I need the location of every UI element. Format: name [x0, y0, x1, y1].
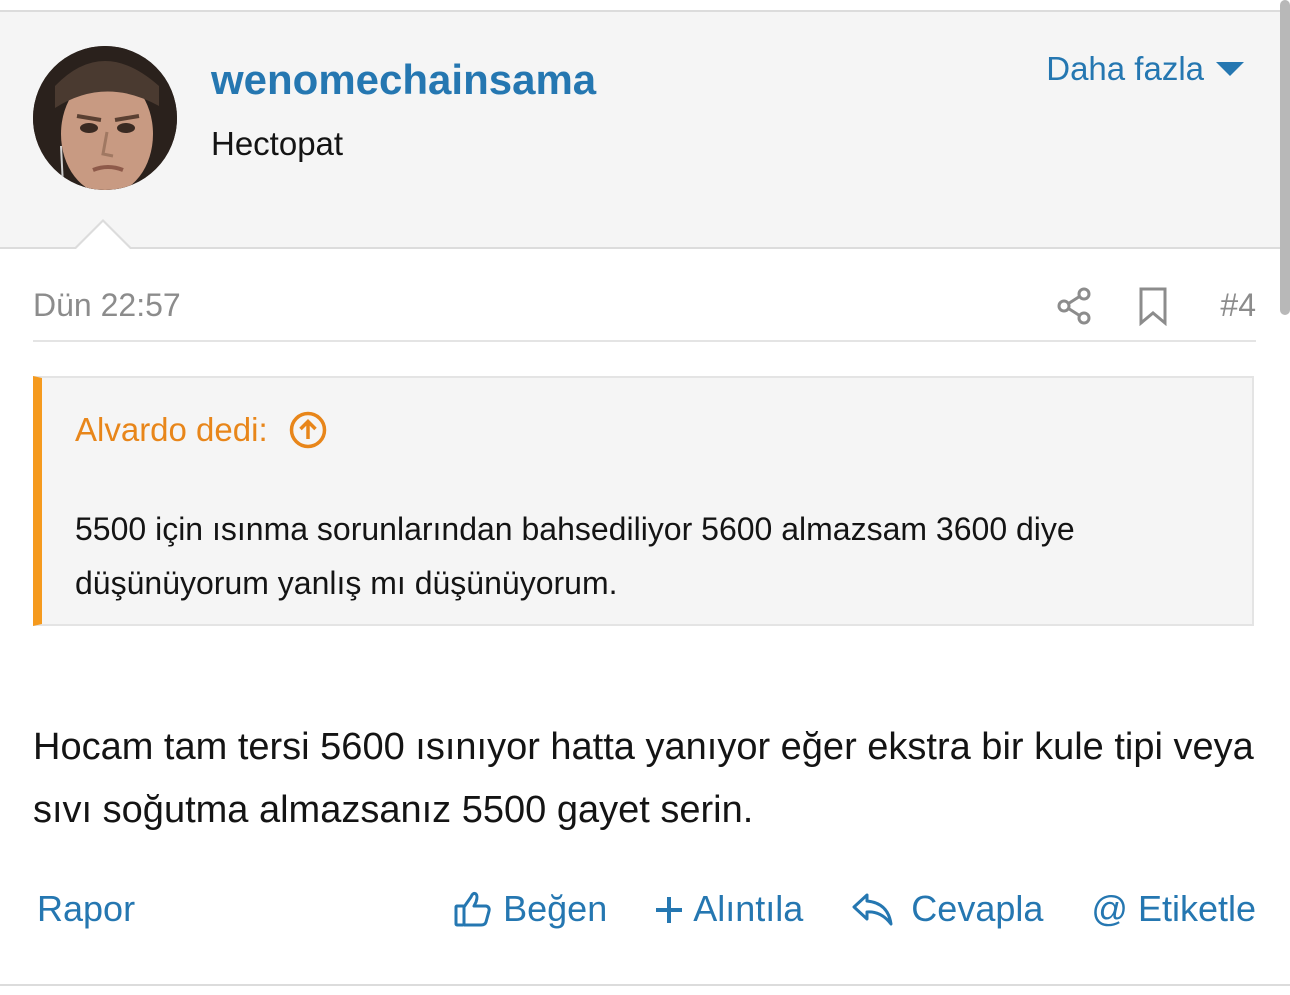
quote-label: Alıntıla — [693, 888, 804, 929]
post-date[interactable]: Dün 22:57 — [33, 287, 181, 324]
more-menu-label: Daha fazla — [1046, 50, 1204, 87]
mention-button[interactable]: @ Etiketle — [1091, 888, 1256, 930]
mention-label: Etiketle — [1137, 888, 1256, 929]
post-number[interactable]: #4 — [1220, 287, 1256, 324]
post-meta-bar: Dün 22:57 #4 — [33, 262, 1256, 342]
caret-down-icon — [1216, 62, 1244, 76]
avatar[interactable] — [33, 46, 177, 190]
more-menu-button[interactable]: Daha fazla — [1046, 50, 1244, 88]
bookmark-icon[interactable] — [1137, 286, 1169, 331]
scrollbar[interactable] — [1280, 0, 1290, 315]
at-icon: @ — [1091, 888, 1128, 929]
quote-text: 5500 için ısınma sorunlarından bahsedili… — [75, 511, 1075, 601]
quote-author: Alvardo dedi: — [75, 411, 268, 448]
bottom-divider — [0, 984, 1290, 986]
post-user-header: wenomechainsama Hectopat Daha fazla — [0, 12, 1290, 249]
report-link[interactable]: Rapor — [37, 888, 135, 930]
quote-block: Alvardo dedi: 5500 için ısınma sorunları… — [33, 376, 1254, 626]
quote-button[interactable]: Alıntıla — [655, 888, 803, 930]
quote-author-link[interactable]: Alvardo dedi: — [75, 410, 328, 450]
post-actions: Beğen Alıntıla Cevapla @ Etiketle — [453, 888, 1256, 930]
share-icon[interactable] — [1055, 286, 1095, 331]
plus-icon — [656, 897, 683, 923]
reply-icon — [852, 893, 893, 926]
reply-label: Cevapla — [911, 888, 1044, 929]
username-link[interactable]: wenomechainsama — [211, 56, 596, 104]
post-message: Hocam tam tersi 5600 ısınıyor hatta yanı… — [33, 726, 1254, 831]
like-label: Beğen — [503, 888, 608, 929]
thumbs-up-icon — [454, 891, 491, 927]
post-actions-bar: Rapor Beğen Alıntıla Cevapla @ Etiketle — [33, 888, 1256, 940]
top-divider — [0, 0, 1290, 12]
quote-header: Alvardo dedi: — [42, 378, 1252, 476]
reply-button[interactable]: Cevapla — [851, 888, 1043, 930]
user-title: Hectopat — [211, 125, 344, 162]
like-button[interactable]: Beğen — [453, 888, 607, 930]
arrow-up-circle-icon[interactable] — [288, 410, 328, 450]
